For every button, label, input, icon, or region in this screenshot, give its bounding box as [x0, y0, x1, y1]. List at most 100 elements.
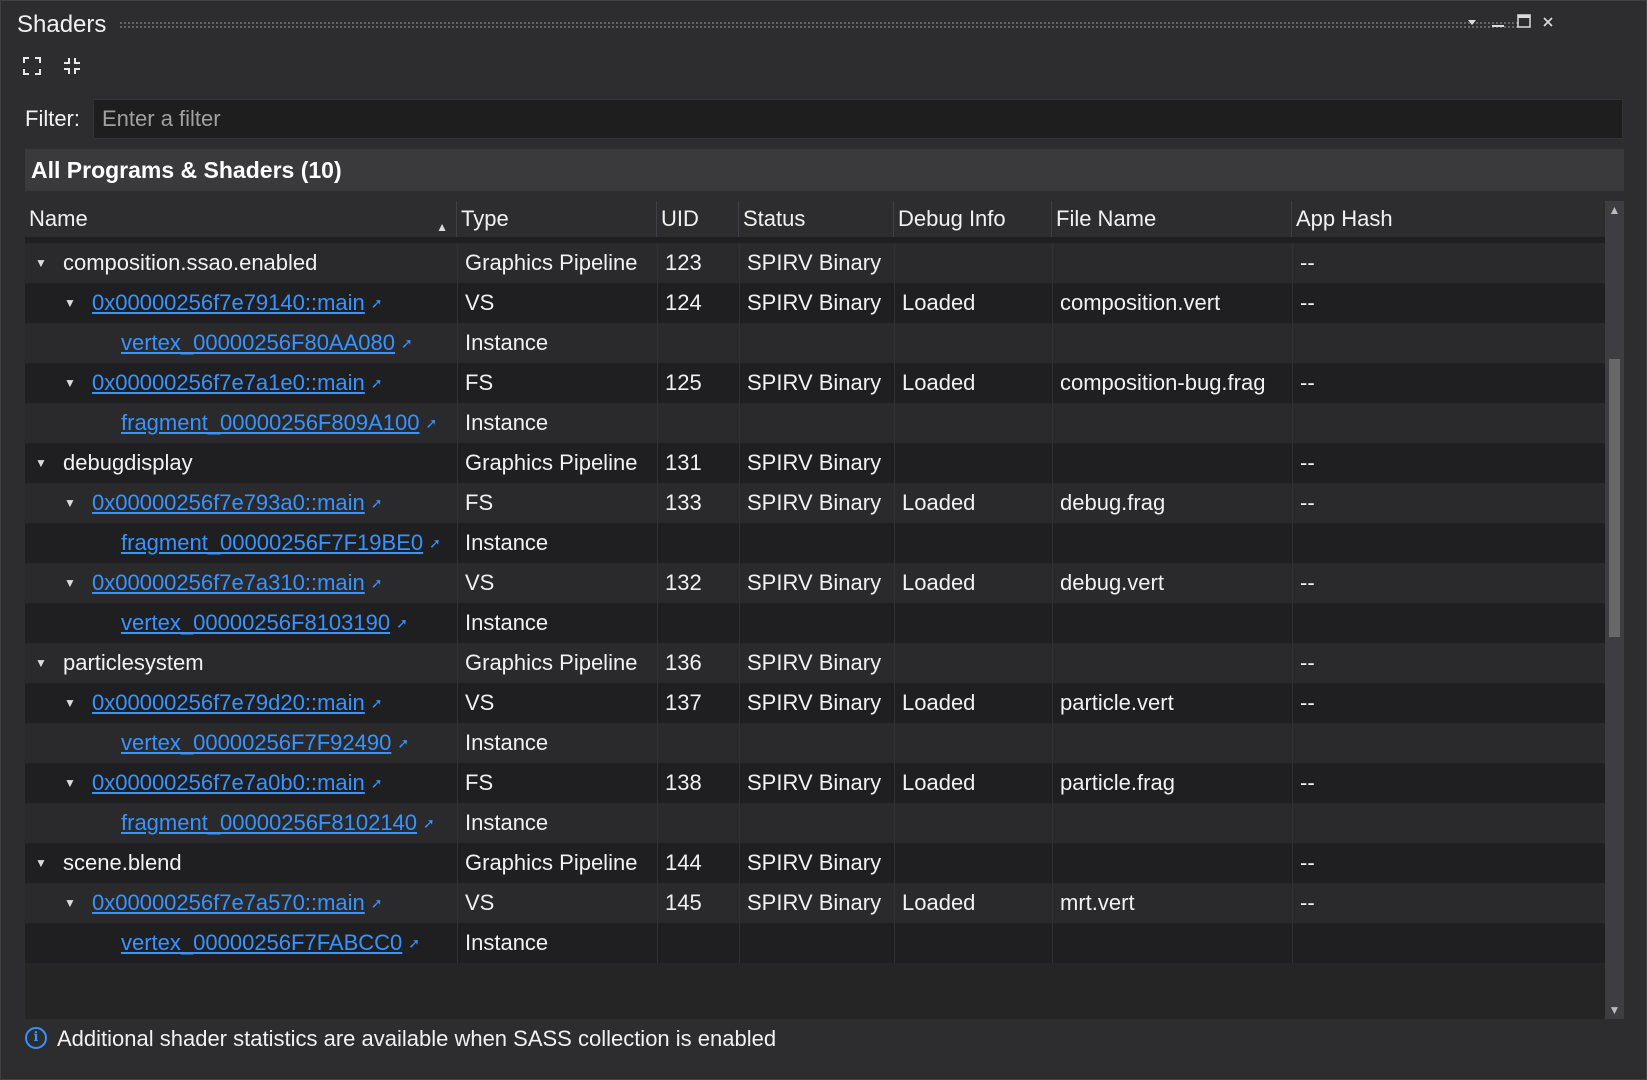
table-row[interactable]: ▼ scene.blend Graphics Pipeline 144 SPIRV Bi… [25, 843, 1605, 883]
shader-link[interactable]: 0x00000256f7e7a570::main [92, 890, 365, 915]
shader-link[interactable]: fragment_00000256F7F19BE0 [121, 530, 423, 555]
expand-toggle-icon[interactable]: ▼ [62, 363, 78, 403]
maximize-icon[interactable] [1513, 13, 1535, 35]
expand-toggle-icon[interactable]: ▼ [62, 883, 78, 923]
type-cell: VS [465, 290, 495, 315]
name-cell[interactable]: 0x00000256f7e79d20::main ➚ [92, 683, 383, 723]
external-link-icon[interactable]: ➚ [371, 883, 383, 923]
external-link-icon[interactable]: ➚ [371, 483, 383, 523]
expand-all-icon[interactable] [19, 53, 45, 79]
expand-toggle-icon[interactable]: ▼ [62, 563, 78, 603]
name-cell[interactable]: fragment_00000256F8102140 ➚ [121, 803, 435, 843]
name-cell[interactable]: fragment_00000256F809A100 ➚ [121, 403, 437, 443]
name-cell[interactable]: vertex_00000256F80AA080 ➚ [121, 323, 413, 363]
column-header-status[interactable]: Status [739, 201, 894, 237]
external-link-icon[interactable]: ➚ [408, 923, 420, 963]
expand-toggle-icon[interactable]: ▼ [62, 483, 78, 523]
drag-grip[interactable] [119, 21, 1519, 29]
column-header-name[interactable]: Name ▲ [25, 201, 457, 237]
table-row[interactable]: ▼ particlesystem Graphics Pipeline 136 SPIRV… [25, 643, 1605, 683]
external-link-icon[interactable]: ➚ [397, 723, 409, 763]
table-row[interactable]: fragment_00000256F809A100 ➚ Instance [25, 403, 1605, 443]
expand-toggle-icon[interactable]: ▼ [62, 283, 78, 323]
table-row[interactable]: ▼ 0x00000256f7e793a0::main ➚ FS 133 SPIRV Bin… [25, 483, 1605, 523]
external-link-icon[interactable]: ➚ [371, 283, 383, 323]
collapse-all-icon[interactable] [59, 53, 85, 79]
external-link-icon[interactable]: ➚ [425, 403, 437, 443]
close-icon[interactable] [1537, 13, 1559, 35]
external-link-icon[interactable]: ➚ [371, 683, 383, 723]
expand-toggle-icon[interactable]: ▼ [33, 443, 49, 483]
column-header-debug-info[interactable]: Debug Info [894, 201, 1052, 237]
shader-link[interactable]: vertex_00000256F80AA080 [121, 330, 395, 355]
scroll-down-icon[interactable]: ▼ [1605, 1001, 1624, 1019]
shaders-window: Shaders Filter: All Programs & Shaders (… [0, 0, 1647, 1080]
name-cell[interactable]: 0x00000256f7e7a0b0::main ➚ [92, 763, 383, 803]
table-row[interactable]: ▼ 0x00000256f7e7a310::main ➚ VS 132 SPIRV Bin… [25, 563, 1605, 603]
scrollbar-thumb[interactable] [1609, 359, 1620, 637]
column-header-file-name[interactable]: File Name [1052, 201, 1292, 237]
column-header-app-hash[interactable]: App Hash [1292, 201, 1605, 237]
app-hash-cell: -- [1300, 570, 1315, 595]
status-cell: SPIRV Binary [747, 490, 882, 515]
type-cell: FS [465, 490, 494, 515]
shader-link[interactable]: vertex_00000256F8103190 [121, 610, 390, 635]
shader-link[interactable]: fragment_00000256F8102140 [121, 810, 417, 835]
column-header-type[interactable]: Type [457, 201, 657, 237]
external-link-icon[interactable]: ➚ [371, 763, 383, 803]
minimize-icon[interactable] [1487, 13, 1509, 35]
name-cell[interactable]: 0x00000256f7e79140::main ➚ [92, 283, 383, 323]
table-row[interactable]: ▼ 0x00000256f7e7a0b0::main ➚ FS 138 SPIRV Bin… [25, 763, 1605, 803]
external-link-icon[interactable]: ➚ [371, 563, 383, 603]
table-row[interactable]: vertex_00000256F7F92490 ➚ Instance [25, 723, 1605, 763]
external-link-icon[interactable]: ➚ [396, 603, 408, 643]
name-cell[interactable]: fragment_00000256F7F19BE0 ➚ [121, 523, 441, 563]
table-row[interactable]: vertex_00000256F7FABCC0 ➚ Instance [25, 923, 1605, 963]
file-name-cell: particle.vert [1060, 690, 1174, 715]
table-row[interactable]: fragment_00000256F7F19BE0 ➚ Instance [25, 523, 1605, 563]
table-row[interactable]: ▼ 0x00000256f7e79d20::main ➚ VS 137 SPIRV Bin… [25, 683, 1605, 723]
expand-toggle-icon[interactable]: ▼ [62, 763, 78, 803]
name-cell[interactable]: 0x00000256f7e7a570::main ➚ [92, 883, 383, 923]
external-link-icon[interactable]: ➚ [423, 803, 435, 843]
table-row[interactable]: fragment_00000256F8102140 ➚ Instance [25, 803, 1605, 843]
table-row[interactable]: ▼ debugdisplay Graphics Pipeline 131 SPIRV B… [25, 443, 1605, 483]
table-row[interactable]: ▼ 0x00000256f7e7a1e0::main ➚ FS 125 SPIRV Bin… [25, 363, 1605, 403]
table-row[interactable]: vertex_00000256F8103190 ➚ Instance [25, 603, 1605, 643]
name-cell[interactable]: 0x00000256f7e7a310::main ➚ [92, 563, 383, 603]
table-row[interactable]: ▼ 0x00000256f7e79140::main ➚ VS 124 SPIRV Bin… [25, 283, 1605, 323]
shader-link[interactable]: 0x00000256f7e793a0::main [92, 490, 365, 515]
expand-toggle-icon[interactable]: ▼ [62, 683, 78, 723]
shader-link[interactable]: 0x00000256f7e7a310::main [92, 570, 365, 595]
shader-link[interactable]: fragment_00000256F809A100 [121, 410, 419, 435]
shader-link[interactable]: vertex_00000256F7FABCC0 [121, 930, 402, 955]
expand-toggle-icon[interactable]: ▼ [33, 843, 49, 883]
column-header-uid[interactable]: UID [657, 201, 739, 237]
status-cell: SPIRV Binary [747, 370, 882, 395]
table-row[interactable]: vertex_00000256F80AA080 ➚ Instance [25, 323, 1605, 363]
group-header[interactable]: All Programs & Shaders (10) [25, 149, 1624, 191]
external-link-icon[interactable]: ➚ [401, 323, 413, 363]
external-link-icon[interactable]: ➚ [429, 523, 441, 563]
debug-info-cell: Loaded [902, 570, 976, 595]
expand-toggle-icon[interactable]: ▼ [33, 643, 49, 683]
table-row[interactable]: ▼ composition.ssao.enabled Graphics Pipeli… [25, 243, 1605, 283]
shader-link[interactable]: 0x00000256f7e79140::main [92, 290, 365, 315]
filter-input[interactable] [93, 99, 1623, 139]
name-cell[interactable]: vertex_00000256F7FABCC0 ➚ [121, 923, 420, 963]
name-cell[interactable]: vertex_00000256F8103190 ➚ [121, 603, 408, 643]
shader-link[interactable]: 0x00000256f7e79d20::main [92, 690, 365, 715]
external-link-icon[interactable]: ➚ [371, 363, 383, 403]
name-cell[interactable]: 0x00000256f7e793a0::main ➚ [92, 483, 383, 523]
shader-link[interactable]: 0x00000256f7e7a1e0::main [92, 370, 365, 395]
name-cell[interactable]: vertex_00000256F7F92490 ➚ [121, 723, 409, 763]
vertical-scrollbar[interactable]: ▲ ▼ [1605, 201, 1624, 1019]
table-row[interactable]: ▼ 0x00000256f7e7a570::main ➚ VS 145 SPIRV Bin… [25, 883, 1605, 923]
shader-link[interactable]: vertex_00000256F7F92490 [121, 730, 391, 755]
scroll-up-icon[interactable]: ▲ [1605, 201, 1624, 219]
shader-link[interactable]: 0x00000256f7e7a0b0::main [92, 770, 365, 795]
name-cell[interactable]: 0x00000256f7e7a1e0::main ➚ [92, 363, 383, 403]
dropdown-icon[interactable] [1461, 13, 1483, 35]
uid-cell: 132 [665, 570, 702, 595]
expand-toggle-icon[interactable]: ▼ [33, 243, 49, 283]
